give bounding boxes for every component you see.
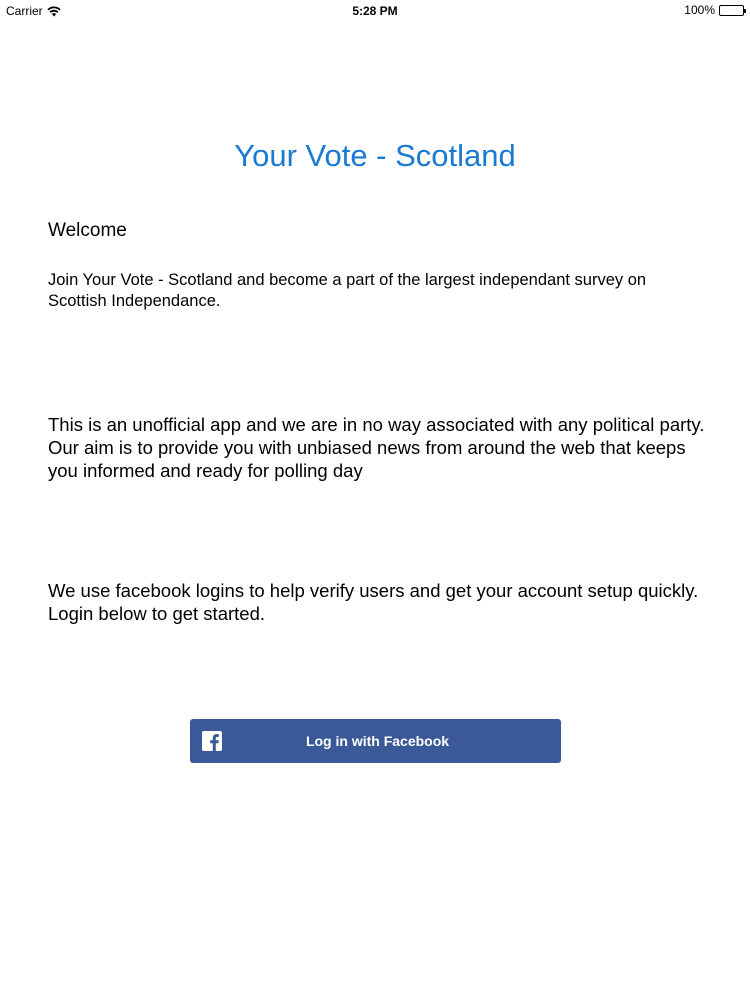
status-right: 100% (684, 3, 746, 17)
facebook-login-button[interactable]: Log in with Facebook (190, 719, 561, 763)
facebook-logo-icon (202, 731, 222, 751)
join-paragraph: Join Your Vote - Scotland and become a p… (48, 271, 647, 310)
welcome-heading: Welcome (48, 220, 127, 241)
unofficial-paragraph: This is an unofficial app and we are in … (48, 414, 705, 481)
facebook-login-label: Log in with Facebook (305, 733, 450, 749)
battery-percent: 100% (684, 3, 715, 17)
battery-icon (719, 4, 746, 16)
status-time: 5:28 PM (352, 4, 398, 18)
facebook-login-paragraph: We use facebook logins to help verify us… (48, 580, 699, 624)
page-title: Your Vote - Scotland (234, 138, 516, 173)
status-bar: Carrier 5:28 PM 100% (0, 0, 750, 22)
